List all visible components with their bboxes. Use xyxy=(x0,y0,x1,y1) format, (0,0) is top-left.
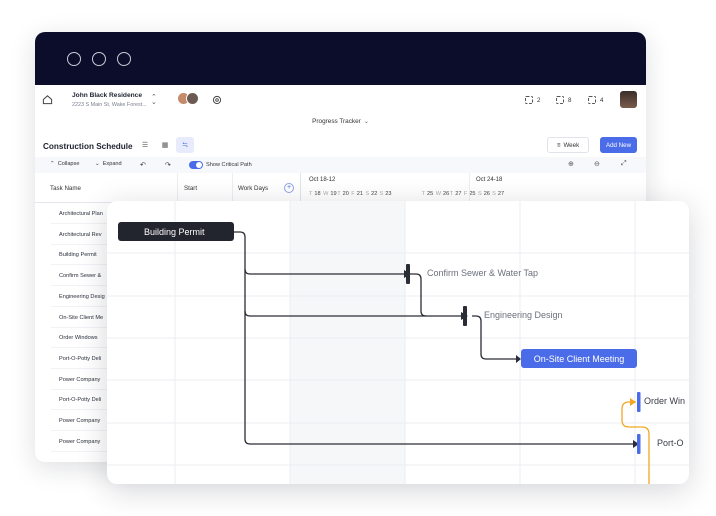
day-label: S 26 xyxy=(478,191,490,197)
week-2-label: Oct 24-18 xyxy=(476,177,503,183)
task-row[interactable]: Port-O-Potty Deli xyxy=(59,356,109,362)
task-row[interactable]: Confirm Sewer & xyxy=(59,273,109,279)
counter-1-value: 2 xyxy=(537,96,541,104)
gear-icon[interactable] xyxy=(212,95,222,105)
milestone-confirm-sewer[interactable]: Confirm Sewer & Water Tap xyxy=(427,268,538,278)
collapse-button[interactable]: ⌃ Collapse xyxy=(50,161,79,167)
window-maximize-button[interactable] xyxy=(117,52,131,66)
task-bar-building-permit[interactable]: Building Permit xyxy=(118,222,234,241)
milestone-port-o[interactable]: Port-O xyxy=(657,438,684,448)
add-column-icon[interactable]: + xyxy=(284,183,294,193)
project-name: John Black Residence xyxy=(72,92,142,99)
page-title: Construction Schedule xyxy=(43,142,133,151)
project-address: 2223 S Main St, Wake Forest... xyxy=(72,102,147,108)
window-minimize-button[interactable] xyxy=(92,52,106,66)
grid-header: Task Name Start Work Days + Oct 18-12 Oc… xyxy=(35,173,646,203)
critical-path-label: Show Critical Path xyxy=(206,162,252,168)
app-header: John Black Residence 2223 S Main St, Wak… xyxy=(35,85,646,117)
week-label: Week xyxy=(563,141,580,149)
task-row[interactable]: Power Company xyxy=(59,418,109,424)
task-row[interactable]: Building Permit xyxy=(59,252,109,258)
project-switch-icon[interactable]: ⌃ ⌄ xyxy=(151,94,157,106)
expand-button[interactable]: ⌄ Expand xyxy=(95,161,122,167)
add-new-button[interactable]: Add New xyxy=(600,137,637,153)
home-icon[interactable] xyxy=(42,94,53,105)
day-label: S 22 xyxy=(365,191,378,197)
critical-path-toggle[interactable]: Show Critical Path xyxy=(189,161,252,169)
zoom-out-icon[interactable]: ⊖ xyxy=(594,160,600,168)
chevron-down-icon: ⌄ xyxy=(363,119,369,125)
schedule-subbar: ⌃ Collapse ⌄ Expand ↶ ↷ Show Critical Path… xyxy=(35,157,646,173)
filter-icon: ≡ xyxy=(556,141,561,149)
task-row[interactable]: Power Company xyxy=(59,377,109,383)
col-task-name[interactable]: Task Name xyxy=(50,185,81,192)
col-start[interactable]: Start xyxy=(184,185,197,192)
undo-icon[interactable]: ↶ xyxy=(140,161,146,169)
chevron-up-icon: ⌃ xyxy=(50,161,55,167)
fullscreen-icon[interactable]: ⤢ xyxy=(621,160,627,168)
col-work-days[interactable]: Work Days xyxy=(238,185,268,192)
grid-view-icon[interactable]: ▦ xyxy=(156,137,174,153)
counter-3-value: 4 xyxy=(600,96,604,104)
task-bar-onsite-meeting[interactable]: On-Site Client Meeting xyxy=(521,349,637,368)
selection-icon xyxy=(556,96,564,104)
day-label: T 25 xyxy=(421,191,434,197)
gantt-grid xyxy=(107,201,689,484)
schedule-toolbar: Construction Schedule ☰ ▦ ≒ ≡ Week Add Ne… xyxy=(35,137,646,157)
day-label: W 19 xyxy=(323,191,337,197)
counter-2-value: 8 xyxy=(568,96,572,104)
counter-3[interactable]: 4 xyxy=(588,96,603,104)
expand-label: Expand xyxy=(102,161,122,167)
counter-2[interactable]: 8 xyxy=(556,96,571,104)
window-close-button[interactable] xyxy=(67,52,81,66)
milestone-engineering-design[interactable]: Engineering Design xyxy=(484,310,563,320)
day-label: T 20 xyxy=(337,191,349,197)
toggle-switch[interactable] xyxy=(189,161,203,169)
task-row[interactable]: Engineering Desig xyxy=(59,294,109,300)
task-row[interactable]: Architectural Plan xyxy=(59,211,109,217)
chevron-down-icon: ⌄ xyxy=(95,161,100,167)
day-label: T 18 xyxy=(309,191,321,197)
tracker-label: Progress Tracker xyxy=(312,118,361,125)
collapse-label: Collapse xyxy=(57,161,80,167)
day-label: F 21 xyxy=(351,191,363,197)
window-titlebar xyxy=(35,32,646,85)
selection-icon xyxy=(588,96,596,104)
day-label: S 23 xyxy=(379,191,392,197)
task-row[interactable]: On-Site Client Me xyxy=(59,315,109,321)
task-row[interactable]: Order Windows xyxy=(59,335,109,341)
list-view-icon[interactable]: ☰ xyxy=(136,137,154,153)
week-select[interactable]: ≡ Week xyxy=(547,137,589,153)
selection-icon xyxy=(525,96,533,104)
task-row[interactable]: Architectural Rev xyxy=(59,232,109,238)
week-1-label: Oct 18-12 xyxy=(309,177,336,183)
counter-1[interactable]: 2 xyxy=(525,96,540,104)
milestone-order-windows[interactable]: Order Win xyxy=(644,396,685,406)
scene: John Black Residence 2223 S Main St, Wak… xyxy=(0,0,716,516)
avatar xyxy=(186,92,199,105)
progress-tracker-dropdown[interactable]: Progress Tracker ⌄ xyxy=(35,118,646,125)
redo-icon[interactable]: ↷ xyxy=(165,161,171,169)
task-row[interactable]: Port-O-Potty Deli xyxy=(59,397,109,403)
day-label: S 27 xyxy=(492,191,505,197)
gantt-view-icon[interactable]: ≒ xyxy=(176,137,194,153)
task-row[interactable]: Power Company xyxy=(59,439,109,445)
user-avatar[interactable] xyxy=(620,91,637,108)
project-selector[interactable]: John Black Residence 2223 S Main St, Wak… xyxy=(72,92,147,108)
gantt-zoom-card: Building Permit Confirm Sewer & Water Ta… xyxy=(107,201,689,484)
day-label: T 27 xyxy=(449,191,462,197)
zoom-in-icon[interactable]: ⊕ xyxy=(568,160,574,168)
day-label: W 26 xyxy=(435,191,450,197)
